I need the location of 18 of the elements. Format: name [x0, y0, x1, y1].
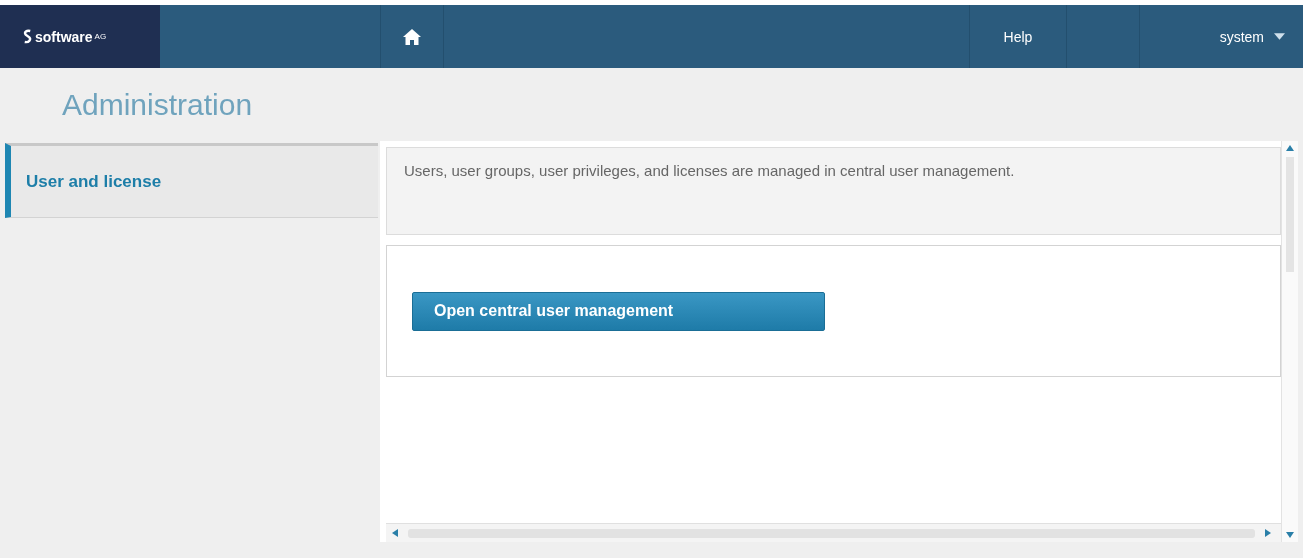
info-text: Users, user groups, user privileges, and licenses are managed in central user management. — [404, 161, 1016, 181]
scroll-up-icon — [1286, 145, 1294, 151]
home-button[interactable] — [380, 5, 444, 68]
logo-icon — [22, 29, 33, 44]
page-title: Administration — [62, 87, 253, 122]
home-icon — [402, 27, 422, 46]
logo-text: software — [35, 28, 93, 45]
scroll-right-icon — [1265, 529, 1271, 537]
open-button[interactable]: Open central user management — [412, 291, 825, 331]
horizontal-scrollbar[interactable] — [386, 523, 1281, 542]
scroll-down-icon — [1286, 532, 1294, 538]
user-name: system — [1219, 28, 1264, 45]
vertical-scrollbar[interactable] — [1281, 141, 1298, 542]
sidebar-item[interactable]: User and license — [5, 143, 378, 218]
scroll-left-icon — [392, 529, 398, 537]
help-link[interactable]: Help — [969, 5, 1067, 68]
logo-suffix: AG — [94, 32, 107, 41]
caret-icon — [1274, 33, 1285, 40]
